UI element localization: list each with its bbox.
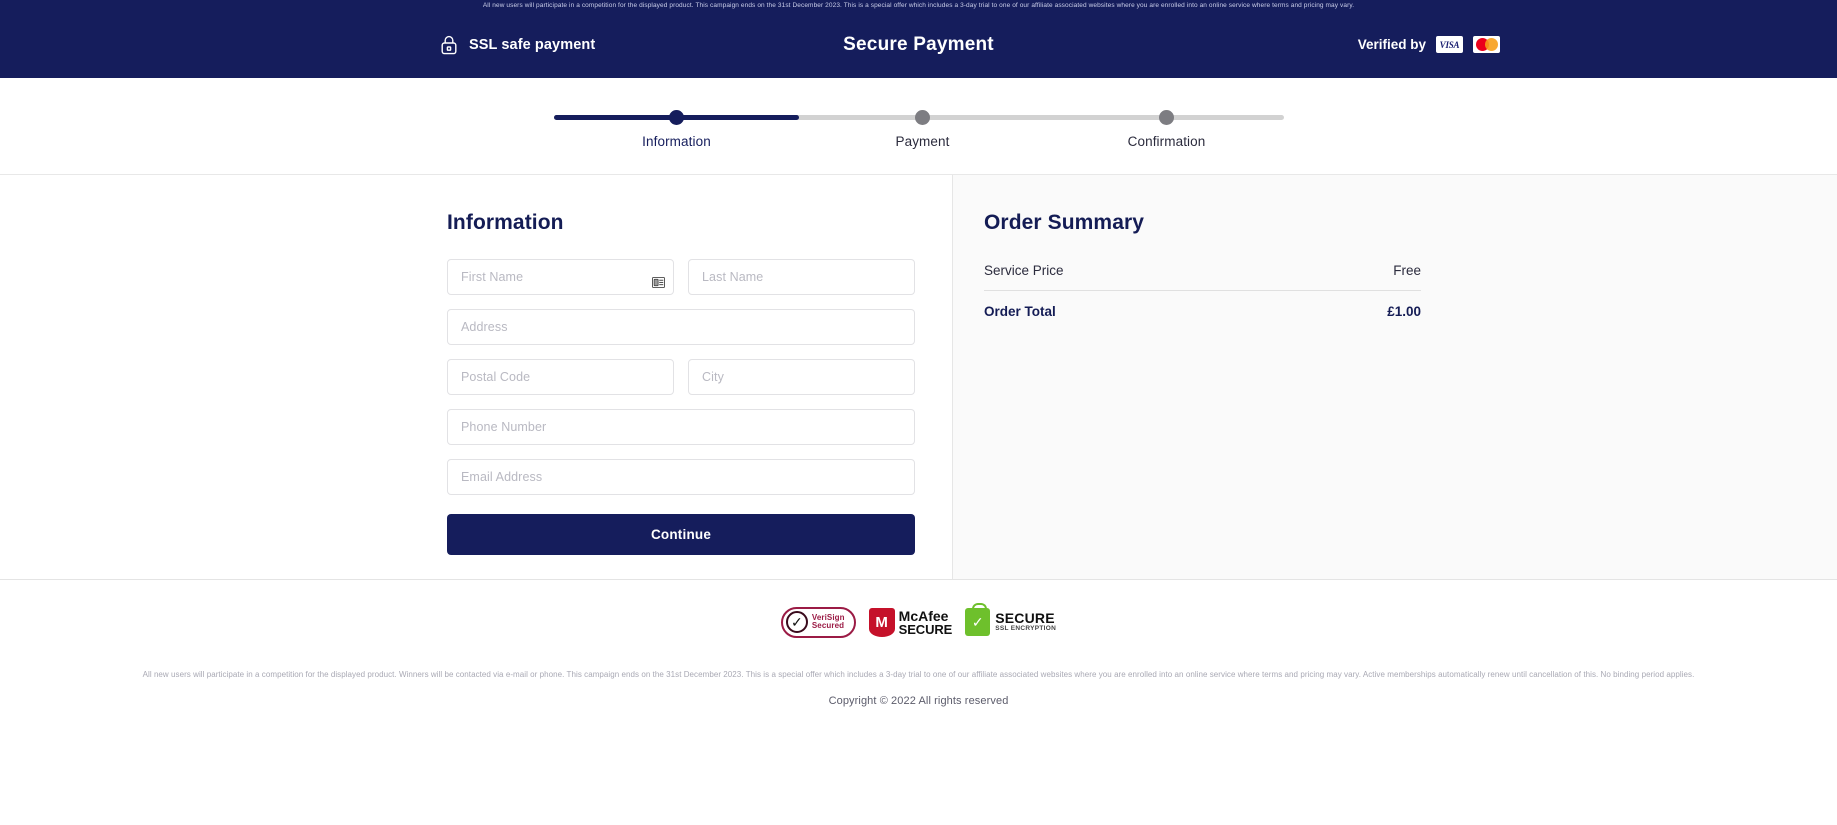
service-price-value: Free <box>1393 263 1421 278</box>
step-dot-payment <box>915 110 930 125</box>
name-row: First Name Last Name <box>447 259 915 295</box>
stepper-step-confirmation[interactable]: Confirmation <box>1092 109 1242 149</box>
summary-row-order-total: Order Total £1.00 <box>984 291 1421 319</box>
step-label-payment: Payment <box>895 134 950 149</box>
order-summary-column: Order Summary Service Price Free Order T… <box>952 175 1837 579</box>
information-heading: Information <box>447 211 564 234</box>
step-label-confirmation: Confirmation <box>1127 134 1206 149</box>
order-total-label: Order Total <box>984 304 1056 319</box>
mastercard-icon <box>1473 36 1500 53</box>
service-price-label: Service Price <box>984 263 1064 278</box>
step-dot-information <box>669 110 684 125</box>
last-name-placeholder: Last Name <box>702 270 764 284</box>
order-summary-heading: Order Summary <box>984 211 1145 234</box>
address-placeholder: Address <box>461 320 508 334</box>
order-total-value: £1.00 <box>1387 304 1421 319</box>
verisign-badge: ✓ VeriSign Secured <box>780 606 856 638</box>
padlock-check-icon: ✓ <box>965 603 991 636</box>
page-header: SSL safe payment Secure Payment Verified… <box>0 11 1837 78</box>
information-form-column: Information First Name Last Name Address… <box>0 175 952 579</box>
postal-code-input[interactable]: Postal Code <box>447 359 674 395</box>
email-address-input[interactable]: Email Address <box>447 459 915 495</box>
visa-icon: VISA <box>1436 36 1463 53</box>
main-content: Information First Name Last Name Address… <box>0 175 1837 579</box>
stepper-step-information[interactable]: Information <box>602 109 752 149</box>
verisign-line2: Secured <box>811 621 845 630</box>
postal-code-placeholder: Postal Code <box>461 370 531 384</box>
promo-banner: All new users will participate in a comp… <box>0 0 1837 11</box>
address-row: Address <box>447 309 915 345</box>
first-name-placeholder: First Name <box>461 270 524 284</box>
verified-by-group: Verified by VISA <box>1358 36 1500 53</box>
postal-city-row: Postal Code City <box>447 359 915 395</box>
trust-badges: ✓ VeriSign Secured M McAfee SECURE ✓ SEC… <box>0 602 1837 642</box>
verified-by-label: Verified by <box>1357 37 1426 52</box>
step-dot-confirmation <box>1159 110 1174 125</box>
shield-icon: M <box>868 607 895 637</box>
city-placeholder: City <box>702 370 724 384</box>
footer-copyright: Copyright © 2022 All rights reserved <box>828 695 1009 707</box>
ssl-line1: SECURE <box>995 610 1055 627</box>
phone-row: Phone Number <box>447 409 915 445</box>
mcafee-line2: SECURE <box>898 621 953 637</box>
footer-disclaimer: All new users will participate in a comp… <box>142 670 1695 679</box>
phone-number-placeholder: Phone Number <box>461 420 547 434</box>
continue-button[interactable]: Continue <box>447 514 915 555</box>
mcafee-badge: M McAfee SECURE <box>868 607 953 637</box>
phone-number-input[interactable]: Phone Number <box>447 409 915 445</box>
page-title: Secure Payment <box>843 33 994 55</box>
address-input[interactable]: Address <box>447 309 915 345</box>
step-label-information: Information <box>642 134 711 149</box>
ssl-encryption-badge: ✓ SECURE SSL ENCRYPTION <box>965 603 1057 636</box>
ssl-line2: SSL ENCRYPTION <box>995 624 1057 632</box>
page-footer: ✓ VeriSign Secured M McAfee SECURE ✓ SEC… <box>0 579 1837 707</box>
promo-banner-text: All new users will participate in a comp… <box>482 2 1355 9</box>
checkout-stepper: Information Payment Confirmation <box>0 78 1837 175</box>
email-address-placeholder: Email Address <box>461 470 543 484</box>
summary-row-service-price: Service Price Free <box>984 259 1421 290</box>
city-input[interactable]: City <box>688 359 915 395</box>
first-name-input[interactable]: First Name <box>447 259 674 295</box>
visa-label: VISA <box>1439 39 1460 50</box>
email-row: Email Address <box>447 459 915 495</box>
last-name-input[interactable]: Last Name <box>688 259 915 295</box>
mcafee-line1: McAfee <box>898 607 949 624</box>
checkmark-icon: ✓ <box>785 611 808 633</box>
stepper-step-payment[interactable]: Payment <box>848 109 998 149</box>
